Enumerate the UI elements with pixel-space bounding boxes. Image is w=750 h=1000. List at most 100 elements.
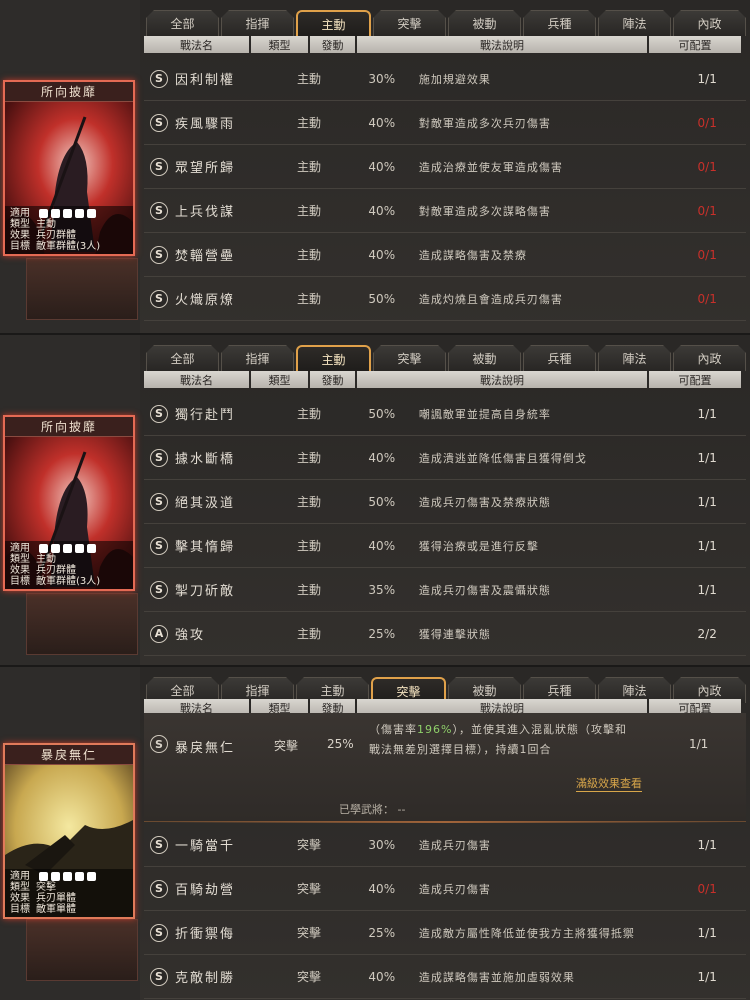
- tab-1[interactable]: 指揮: [221, 345, 294, 371]
- tab-6[interactable]: 陣法: [598, 10, 671, 36]
- skill-row[interactable]: S 折衝禦侮 突擊 25% 造成敵方屬性降低並使我方主將獲得抵禦 1/1: [144, 911, 746, 955]
- card-stack-shadow: [26, 593, 138, 655]
- skill-type: 突擊: [296, 838, 321, 852]
- tab-0[interactable]: 全部: [146, 345, 219, 371]
- tab-2[interactable]: 主動: [296, 345, 371, 371]
- skill-row[interactable]: S 眾望所歸 主動 40% 造成治療並使友軍造成傷害 0/1: [144, 145, 746, 189]
- skill-card[interactable]: 所向披靡 適用 類型 主動 效果 兵刃群體 目標 敵軍群體(3人): [3, 80, 135, 256]
- skill-type: 主動: [296, 72, 321, 86]
- skill-row[interactable]: S 因利制權 主動 30% 施加規避效果 1/1: [144, 57, 746, 101]
- tab-7[interactable]: 內政: [673, 345, 746, 371]
- skill-name: 百騎劫營: [175, 883, 236, 898]
- tab-3[interactable]: 突擊: [373, 345, 446, 371]
- skill-config-count: 1/1: [697, 538, 717, 553]
- skill-row[interactable]: S 焚輜營壘 主動 40% 造成謀略傷害及禁療 0/1: [144, 233, 746, 277]
- grade-badge: S: [150, 835, 168, 854]
- skill-type: 突擊: [296, 970, 321, 984]
- skill-row[interactable]: S 掣刀斫敵 主動 35% 造成兵刃傷害及震懾狀態 1/1: [144, 568, 746, 612]
- label-target: 目標: [10, 241, 30, 252]
- label-apply: 適用: [10, 207, 30, 219]
- skill-row[interactable]: S 獨行赴鬥 主動 50% 嘲諷敵軍並提高自身統率 1/1: [144, 392, 746, 436]
- tab-7[interactable]: 內政: [673, 10, 746, 36]
- skill-name: 因利制權: [175, 73, 236, 88]
- skill-row[interactable]: S 百騎劫營 突擊 40% 造成兵刃傷害 0/1: [144, 867, 746, 911]
- tab-0[interactable]: 全部: [146, 10, 219, 36]
- tab-1[interactable]: 指揮: [221, 10, 294, 36]
- card-info: 適用 類型 主動 效果 兵刃群體 目標 敵軍群體(3人): [5, 540, 133, 589]
- header-trigger[interactable]: 發動: [310, 371, 355, 388]
- desc-text: （傷害率: [369, 723, 417, 736]
- skill-description: 造成兵刃傷害及震懾狀態: [418, 583, 551, 597]
- grade-badge: S: [150, 536, 168, 555]
- skill-trigger-rate: 25%: [368, 925, 396, 940]
- expanded-skill-row[interactable]: S 暴戾無仁 突擊 25% 1/1 （傷害率196%），並使其進入混亂狀態（攻擊…: [144, 713, 746, 823]
- skill-config-count: 0/1: [697, 203, 717, 218]
- skill-description: 造成潰逃並降低傷害且獲得倒戈: [418, 451, 587, 465]
- skill-name: 一騎當千: [175, 839, 236, 854]
- card-target: 敵軍群體(3人): [36, 241, 101, 252]
- skill-trigger-rate: 50%: [368, 291, 396, 306]
- card-target: 敵軍單體: [36, 904, 76, 915]
- skill-panel-active-2: 全部 指揮 主動 突擊 被動 兵種 陣法 內政 戰法名 類型 發動 戰法說明 可配置 所向披靡…: [0, 333, 750, 665]
- wheel-icon: [87, 208, 96, 218]
- header-config[interactable]: 可配置: [649, 36, 741, 53]
- skill-config-count: 1/1: [697, 406, 717, 421]
- table-header: 戰法名 類型 發動 戰法說明 可配置: [144, 371, 746, 388]
- card-stack-shadow: [26, 919, 138, 981]
- grade-badge: S: [150, 245, 168, 264]
- skill-row[interactable]: S 據水斷橋 主動 40% 造成潰逃並降低傷害且獲得倒戈 1/1: [144, 436, 746, 480]
- header-type[interactable]: 類型: [251, 371, 308, 388]
- header-name[interactable]: 戰法名: [144, 371, 249, 388]
- skill-row[interactable]: S 疾風驟雨 主動 40% 對敵軍造成多次兵刃傷害 0/1: [144, 101, 746, 145]
- tab-4[interactable]: 被動: [448, 345, 521, 371]
- bow-icon: [63, 208, 72, 218]
- label-type: 類型: [10, 882, 30, 893]
- skill-list: S 獨行赴鬥 主動 50% 嘲諷敵軍並提高自身統率 1/1 S 據水斷橋 主動 40% 造成潰逃並降…: [144, 392, 746, 656]
- skill-card[interactable]: 暴戾無仁 適用 類型 突擊 效果 兵刃單體 目標 敵軍單體: [3, 743, 135, 919]
- skill-row[interactable]: S 一騎當千 突擊 30% 造成兵刃傷害 1/1: [144, 823, 746, 867]
- skill-row[interactable]: S 上兵伐謀 主動 40% 對敵軍造成多次謀略傷害 0/1: [144, 189, 746, 233]
- header-desc: 戰法說明: [357, 36, 647, 53]
- skill-config-count: 1/1: [697, 969, 717, 984]
- header-trigger[interactable]: 發動: [310, 36, 355, 53]
- damage-rate-value: 196%: [417, 723, 453, 736]
- skill-row[interactable]: S 絕其汲道 主動 50% 造成兵刃傷害及禁療狀態 1/1: [144, 480, 746, 524]
- label-effect: 效果: [10, 565, 30, 576]
- skill-description: 造成謀略傷害及禁療: [418, 248, 527, 262]
- skill-name: 擊其惰歸: [175, 540, 236, 555]
- tab-5[interactable]: 兵種: [523, 10, 596, 36]
- card-info: 適用 類型 主動 效果 兵刃群體 目標 敵軍群體(3人): [5, 205, 133, 254]
- skill-type: 主動: [296, 495, 321, 509]
- skill-name: 據水斷橋: [175, 452, 236, 467]
- skill-name: 疾風驟雨: [175, 117, 236, 132]
- skill-description: 獲得連擊狀態: [418, 627, 491, 641]
- skill-type: 突擊: [296, 882, 321, 896]
- skill-config-count: 1/1: [697, 582, 717, 597]
- tab-3[interactable]: 突擊: [373, 10, 446, 36]
- cavalry-icon: [39, 543, 48, 553]
- tab-4[interactable]: 被動: [448, 10, 521, 36]
- skill-config-count: 0/1: [697, 115, 717, 130]
- category-tabs: 全部 指揮 主動 突擊 被動 兵種 陣法 內政: [146, 345, 746, 371]
- skill-name: 絕其汲道: [175, 496, 236, 511]
- troop-type-icons: 適用: [10, 208, 128, 220]
- tab-6[interactable]: 陣法: [598, 345, 671, 371]
- tab-5[interactable]: 兵種: [523, 345, 596, 371]
- skill-row[interactable]: S 克敵制勝 突擊 40% 造成謀略傷害並施加虛弱效果 1/1: [144, 955, 746, 999]
- skill-type: 主動: [296, 583, 321, 597]
- skill-card[interactable]: 所向披靡 適用 類型 主動 效果 兵刃群體 目標 敵軍群體(3人): [3, 415, 135, 591]
- spear-icon: [75, 543, 84, 553]
- skill-row[interactable]: S 擊其惰歸 主動 40% 獲得治療或是進行反擊 1/1: [144, 524, 746, 568]
- tab-2[interactable]: 主動: [296, 10, 371, 36]
- full-effect-link[interactable]: 滿級效果查看: [576, 775, 642, 792]
- skill-list: S 一騎當千 突擊 30% 造成兵刃傷害 1/1 S 百騎劫營 突擊 40% 造成兵刃傷害 0/1 S 折…: [144, 823, 746, 999]
- skill-row[interactable]: S 火熾原燎 主動 50% 造成灼燒且會造成兵刃傷害 0/1: [144, 277, 746, 321]
- skill-row[interactable]: A 強攻 主動 25% 獲得連擊狀態 2/2: [144, 612, 746, 656]
- skill-type: 突擊: [274, 739, 299, 753]
- header-type[interactable]: 類型: [251, 36, 308, 53]
- header-name[interactable]: 戰法名: [144, 36, 249, 53]
- skill-type: 主動: [296, 116, 321, 130]
- header-config[interactable]: 可配置: [649, 371, 741, 388]
- skill-type: 主動: [296, 451, 321, 465]
- shield-icon: [51, 208, 60, 218]
